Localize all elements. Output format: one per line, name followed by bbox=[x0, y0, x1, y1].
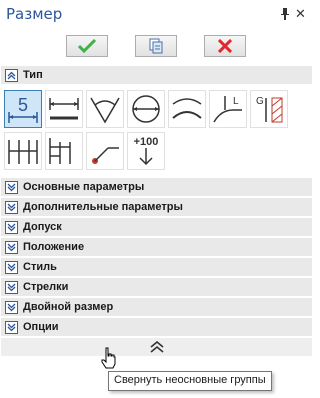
baseline-dimension-icon bbox=[49, 138, 71, 164]
chevron-down-icon bbox=[5, 240, 18, 254]
group-main-params[interactable]: Основные параметры bbox=[1, 178, 312, 196]
level-mark-icon: +100 bbox=[134, 136, 159, 166]
tooltip: Свернуть неосновные группы bbox=[108, 371, 272, 391]
group-label: Положение bbox=[23, 241, 85, 253]
chevron-down-icon bbox=[5, 200, 18, 214]
group-label: Опции bbox=[23, 321, 59, 333]
group-dual-dimension[interactable]: Двойной размер bbox=[1, 298, 312, 316]
tool-text: 5 bbox=[18, 95, 28, 115]
hatch-dimension-icon: G bbox=[256, 96, 283, 123]
tool-hatch[interactable]: G bbox=[250, 90, 288, 128]
document-icon bbox=[149, 38, 163, 54]
hand-cursor-icon bbox=[101, 347, 116, 369]
angular-dimension-icon bbox=[90, 97, 120, 124]
svg-text:L: L bbox=[233, 96, 239, 107]
chevron-down-icon bbox=[5, 260, 18, 274]
tool-leader[interactable]: L bbox=[209, 90, 247, 128]
tool-diameter[interactable] bbox=[127, 90, 165, 128]
chevron-down-icon bbox=[5, 220, 18, 234]
leader-dimension-icon: L bbox=[213, 96, 242, 123]
linear-dimension-icon bbox=[49, 98, 79, 120]
tool-linear[interactable] bbox=[45, 90, 83, 128]
group-label: Стиль bbox=[23, 261, 57, 273]
point-leader-icon bbox=[92, 147, 119, 164]
chevron-down-icon bbox=[5, 320, 18, 334]
diameter-dimension-icon bbox=[132, 95, 160, 123]
tool-point-leader[interactable] bbox=[86, 132, 124, 170]
close-icon[interactable]: ✕ bbox=[295, 6, 306, 22]
group-label: Двойной размер bbox=[23, 301, 114, 313]
action-buttons bbox=[0, 35, 313, 59]
group-style[interactable]: Стиль bbox=[1, 258, 312, 276]
tool-baseline[interactable] bbox=[45, 132, 83, 170]
arc-dimension-icon bbox=[172, 98, 202, 119]
ok-button[interactable] bbox=[66, 35, 108, 57]
cancel-button[interactable] bbox=[204, 35, 246, 57]
chevron-down-icon bbox=[5, 300, 18, 314]
tool-chain[interactable] bbox=[4, 132, 42, 170]
group-options[interactable]: Опции bbox=[1, 318, 312, 336]
tool-text: +100 bbox=[134, 136, 159, 148]
group-label: Допуск bbox=[23, 221, 62, 233]
group-label: Основные параметры bbox=[23, 181, 145, 193]
panel-title-bar: Размер ✕ bbox=[0, 0, 313, 28]
double-chevron-up-icon bbox=[149, 341, 164, 353]
pin-icon[interactable] bbox=[279, 7, 291, 21]
group-extra-params[interactable]: Дополнительные параметры bbox=[1, 198, 312, 216]
group-tolerance[interactable]: Допуск bbox=[1, 218, 312, 236]
tool-angular[interactable] bbox=[86, 90, 124, 128]
tool-dimension-value[interactable]: 5 bbox=[4, 90, 42, 128]
tool-level-mark[interactable]: +100 bbox=[127, 132, 165, 170]
save-template-button[interactable] bbox=[135, 35, 177, 57]
chevron-up-icon bbox=[5, 68, 18, 82]
checkmark-icon bbox=[78, 39, 96, 53]
panel-title: Размер bbox=[6, 5, 63, 23]
chain-dimension-icon bbox=[8, 140, 38, 164]
chevron-down-icon bbox=[5, 280, 18, 294]
dimension-value-icon: 5 bbox=[8, 95, 38, 123]
dimension-panel: Размер ✕ Тип 5 L G +100 Основные парамет… bbox=[0, 0, 313, 398]
collapse-secondary-groups-button[interactable] bbox=[1, 338, 312, 356]
group-label: Тип bbox=[23, 69, 43, 81]
cross-icon bbox=[218, 39, 232, 53]
group-position[interactable]: Положение bbox=[1, 238, 312, 256]
group-label: Дополнительные параметры bbox=[23, 201, 183, 213]
chevron-down-icon bbox=[5, 180, 18, 194]
group-arrows[interactable]: Стрелки bbox=[1, 278, 312, 296]
tool-arc[interactable] bbox=[168, 90, 206, 128]
group-type[interactable]: Тип bbox=[1, 66, 312, 84]
svg-text:G: G bbox=[256, 96, 264, 107]
group-label: Стрелки bbox=[23, 281, 69, 293]
